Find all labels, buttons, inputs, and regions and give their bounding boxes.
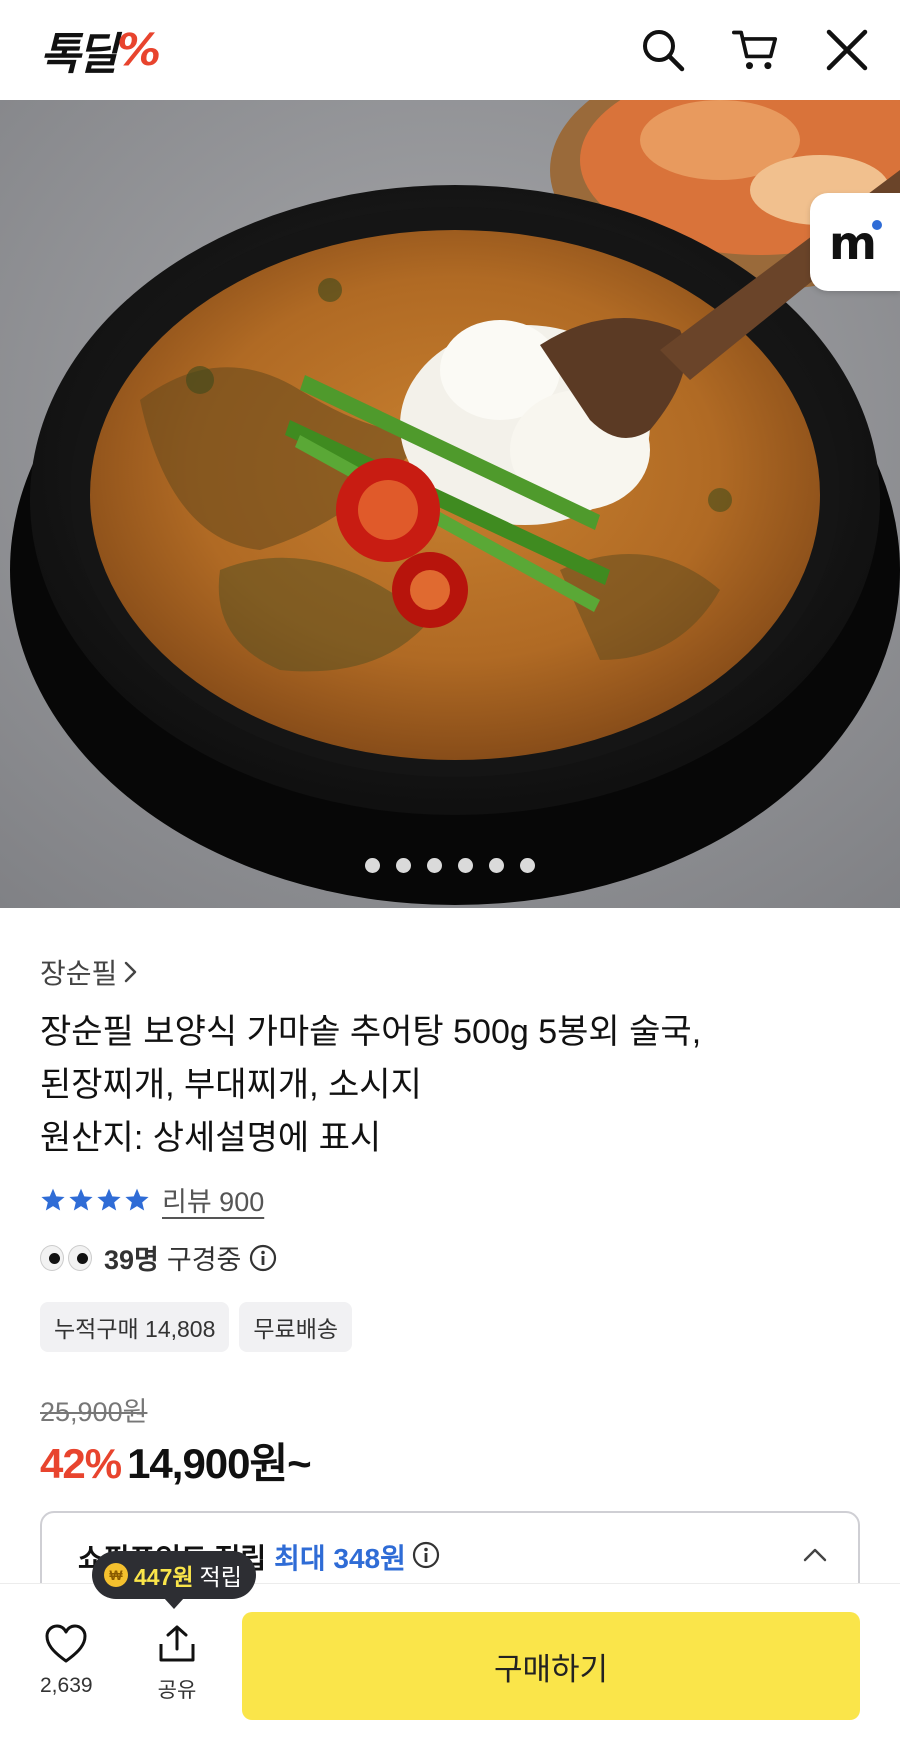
like-count: 2,639 [40,1674,93,1697]
carousel-dot[interactable] [489,858,504,873]
logo-text: 톡딜 [40,29,118,80]
search-icon[interactable] [640,25,686,75]
title-line: 원산지: 상세설명에 표시 [40,1119,382,1157]
title-line: 된장찌개, 부대찌개, 소시지 [40,1066,422,1104]
rating-row: 리뷰 900 [40,1180,264,1219]
product-photo [0,100,900,908]
carousel-dot[interactable] [427,858,442,873]
bottom-action-bar: 2,639 공유 구매하기 [0,1583,900,1741]
carousel-dot[interactable] [365,858,380,873]
carousel-dot[interactable] [396,858,411,873]
viewers-label: 구경중 [166,1245,242,1275]
chevron-right-icon [125,961,137,983]
info-icon[interactable] [249,1244,277,1272]
close-icon[interactable] [824,25,870,75]
product-title: 장순필 보양식 가마솥 추어탕 500g 5봉외 술국, 된장찌개, 부대찌개,… [40,1006,860,1165]
rating-stars [40,1187,150,1213]
tag-free-shipping: 무료배송 [239,1302,353,1352]
heart-icon [45,1624,87,1663]
brand-link[interactable]: 장순필 [40,952,139,992]
share-label: 공유 [157,1679,197,1702]
share-icon [159,1625,195,1662]
viewers-count: 39명 [104,1245,159,1275]
original-price: 25,900원 [40,1397,148,1427]
sale-price: 14,900원~ [127,1440,312,1487]
coin-icon: ₩ [104,1563,128,1587]
carousel-dot[interactable] [458,858,473,873]
tag-list: 누적구매 14,808 무료배송 [40,1302,353,1352]
price-row: 42% 14,900원~ [40,1430,312,1491]
product-image-carousel[interactable]: m [0,100,900,908]
chevron-up-icon[interactable] [802,1547,828,1563]
star-icon [125,1188,149,1211]
carousel-dots [0,858,900,873]
star-icon [41,1188,65,1211]
logo[interactable]: 톡딜% [40,18,161,82]
cart-icon[interactable] [732,25,778,75]
share-button[interactable]: 공유 [157,1624,197,1704]
discount-rate: 42% [40,1440,122,1487]
info-icon[interactable] [412,1541,440,1569]
star-icon [69,1188,93,1211]
eyes-icon [40,1244,92,1271]
m-badge-letter: m [829,217,877,267]
points-tooltip: ₩ 447원 적립 [92,1551,256,1609]
app-header: 톡딜% [0,0,900,100]
brand-name: 장순필 [40,958,118,989]
star-icon [97,1188,121,1211]
m-badge[interactable]: m [810,193,900,291]
title-line: 장순필 보양식 가마솥 추어탕 500g 5봉외 술국, [40,1013,702,1051]
tooltip-amount: 447원 [134,1564,194,1590]
like-button[interactable]: 2,639 [40,1624,93,1698]
logo-symbol: % [116,24,161,76]
tag-cumulative-purchases: 누적구매 14,808 [40,1302,230,1352]
points-max: 최대 348원 [274,1543,406,1574]
carousel-dot[interactable] [520,858,535,873]
viewers-row: 39명 구경중 [40,1238,277,1277]
tooltip-suffix: 적립 [199,1564,242,1590]
review-link[interactable]: 리뷰 900 [162,1180,264,1219]
buy-button[interactable]: 구매하기 [242,1612,860,1720]
